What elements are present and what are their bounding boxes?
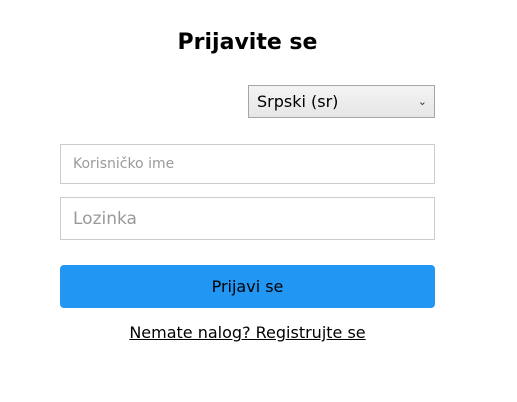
username-input[interactable] bbox=[60, 144, 435, 184]
register-link[interactable]: Nemate nalog? Registrujte se bbox=[0, 323, 495, 342]
password-input[interactable] bbox=[60, 197, 435, 240]
login-button[interactable]: Prijavi se bbox=[60, 265, 435, 308]
login-page: Prijavite se Srpski (sr) ⌄ Prijavi se Ne… bbox=[0, 0, 517, 402]
language-select-value: Srpski (sr) bbox=[257, 92, 339, 111]
page-title: Prijavite se bbox=[177, 30, 318, 55]
chevron-down-icon: ⌄ bbox=[417, 95, 427, 108]
language-select[interactable]: Srpski (sr) ⌄ bbox=[248, 85, 435, 118]
